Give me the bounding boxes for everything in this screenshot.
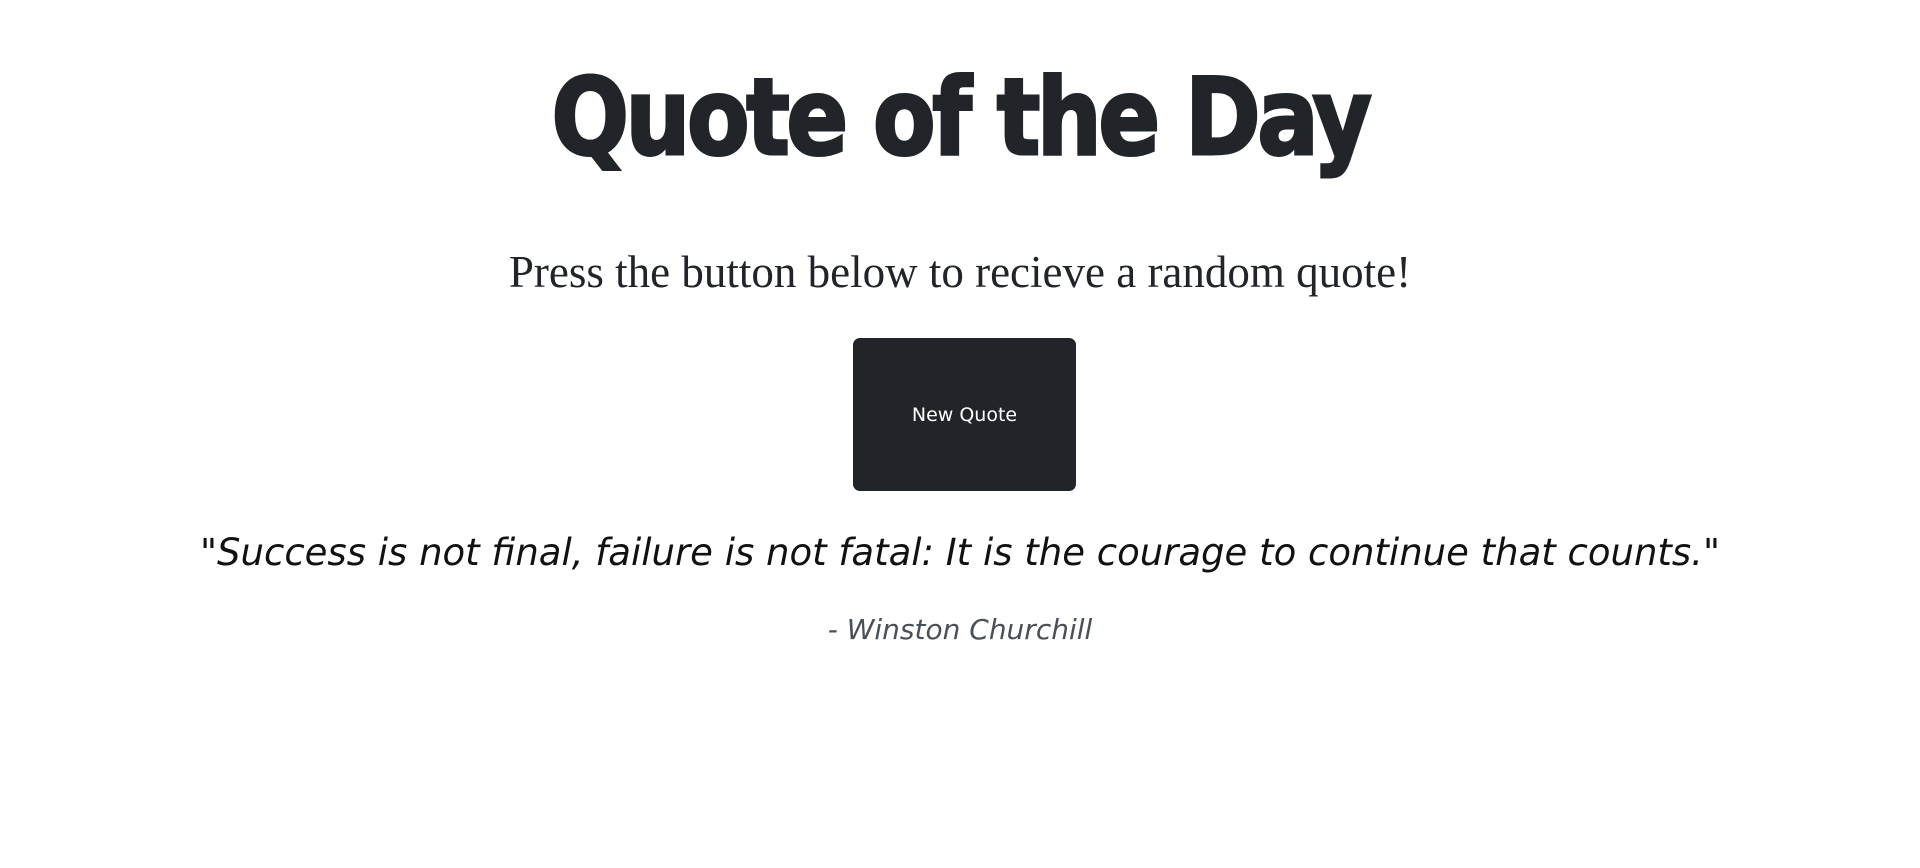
quote-page: Quote of the Day Press the button below … — [0, 0, 1920, 868]
new-quote-button[interactable]: New Quote — [853, 338, 1076, 491]
instruction-text: Press the button below to recieve a rand… — [508, 247, 1412, 297]
quote-author: - Winston Churchill — [827, 613, 1093, 646]
quote-text: "Success is not final, failure is not fa… — [200, 531, 1720, 574]
page-title: Quote of the Day — [550, 56, 1373, 179]
